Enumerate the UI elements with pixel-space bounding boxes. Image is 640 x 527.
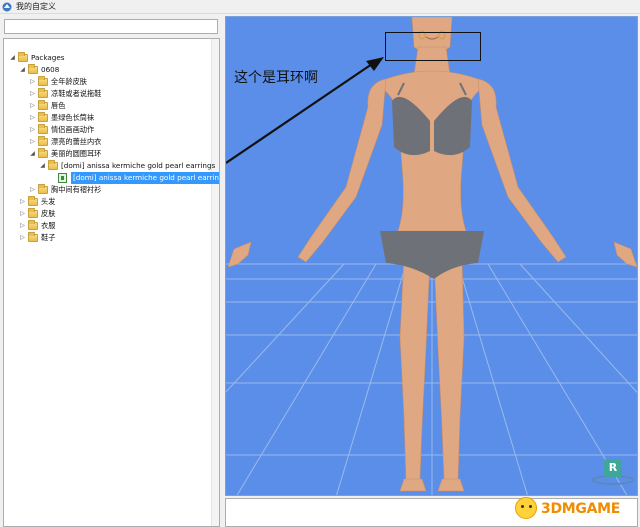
package-file-icon bbox=[58, 173, 67, 183]
tree-item-label: 0608 bbox=[41, 65, 60, 74]
collapse-arrow-icon[interactable]: ◢ bbox=[39, 163, 46, 170]
left-pane: ◢ Packages ◢ 0608 ▷ 全年龄皮肤 ▷ 凉鞋或者说拖鞋 ▷ 唇色 ▷ 墨绿色长筒袜 ▷ 情… bbox=[0, 14, 223, 527]
preview-viewport[interactable]: 这个是耳环啊 R bbox=[225, 16, 638, 496]
tree-item-label: 胸中间有褶衬衫 bbox=[51, 185, 102, 194]
folder-icon bbox=[38, 124, 48, 134]
folder-icon bbox=[28, 196, 38, 206]
tree-item-label: 美丽的圆圈耳环 bbox=[51, 149, 102, 158]
expand-arrow-icon[interactable]: ▷ bbox=[19, 235, 26, 242]
tree-item-label: 皮肤 bbox=[41, 209, 56, 218]
folder-icon bbox=[48, 160, 58, 170]
folder-icon bbox=[38, 112, 48, 122]
app-icon bbox=[2, 2, 12, 12]
tree-item-label: 全年龄皮肤 bbox=[51, 77, 87, 86]
tree-item-label: 衣服 bbox=[41, 221, 56, 230]
folder-icon bbox=[28, 220, 38, 230]
expand-arrow-icon[interactable]: ▷ bbox=[19, 211, 26, 218]
app-window: 我的自定义 ◢ Packages ◢ 0608 ▷ 全年龄皮肤 ▷ 凉鞋或者说拖鞋 ▷ 唇色 ▷ 墨绿… bbox=[0, 0, 640, 527]
watermark-text: 3DMGAME bbox=[541, 501, 621, 517]
window-title: 我的自定义 bbox=[16, 2, 56, 11]
expand-arrow-icon[interactable]: ▷ bbox=[19, 199, 26, 206]
expand-arrow-icon[interactable]: ▷ bbox=[29, 103, 36, 110]
tree-item-label: 唇色 bbox=[51, 101, 66, 110]
expand-arrow-icon[interactable]: ▷ bbox=[29, 91, 36, 98]
tree-item-label: 鞋子 bbox=[41, 233, 56, 242]
annotation-text: 这个是耳环啊 bbox=[234, 70, 318, 86]
tree-item-label: [domi] anissa kermiche gold pearl earrin… bbox=[71, 172, 219, 184]
expand-arrow-icon[interactable]: ▷ bbox=[29, 187, 36, 194]
expand-arrow-icon[interactable]: ▷ bbox=[19, 223, 26, 230]
rotate-badge-icon[interactable]: R bbox=[604, 459, 622, 477]
tree-item-label: Packages bbox=[31, 53, 65, 62]
folder-icon bbox=[38, 136, 48, 146]
tree-item-label: 情侣画画动作 bbox=[51, 125, 95, 134]
title-bar: 我的自定义 bbox=[0, 0, 640, 14]
folder-icon bbox=[28, 232, 38, 242]
expand-arrow-icon[interactable]: ▷ bbox=[29, 79, 36, 86]
tree-item-label: [domi] anissa kermiche gold pearl earrin… bbox=[61, 161, 216, 170]
expand-arrow-icon[interactable]: ▷ bbox=[29, 127, 36, 134]
expand-arrow-icon[interactable]: ▷ bbox=[29, 139, 36, 146]
preview-scene bbox=[226, 17, 637, 495]
tree-item-label: 漂亮的蕾丝内衣 bbox=[51, 137, 102, 146]
earring-highlight-box bbox=[385, 32, 481, 61]
right-pane: 这个是耳环啊 R bbox=[224, 14, 640, 527]
collapse-arrow-icon[interactable]: ◢ bbox=[9, 55, 16, 62]
floor-grid bbox=[226, 263, 637, 495]
folder-icon bbox=[38, 100, 48, 110]
folder-tree[interactable]: ◢ Packages ◢ 0608 ▷ 全年龄皮肤 ▷ 凉鞋或者说拖鞋 ▷ 唇色 ▷ 墨绿色长筒袜 ▷ 情… bbox=[3, 38, 220, 527]
folder-icon bbox=[28, 208, 38, 218]
folder-icon bbox=[18, 52, 28, 62]
folder-icon bbox=[38, 184, 48, 194]
collapse-arrow-icon[interactable]: ◢ bbox=[19, 67, 26, 74]
folder-icon bbox=[38, 88, 48, 98]
tree-item-label: 头发 bbox=[41, 197, 56, 206]
search-input[interactable] bbox=[4, 19, 218, 34]
collapse-arrow-icon[interactable]: ◢ bbox=[29, 151, 36, 158]
mascot-icon bbox=[515, 497, 537, 519]
folder-icon bbox=[38, 148, 48, 158]
tree-scrollbar[interactable] bbox=[211, 39, 219, 526]
tree-item-label: 墨绿色长筒袜 bbox=[51, 113, 95, 122]
folder-icon bbox=[38, 76, 48, 86]
expand-arrow-icon[interactable]: ▷ bbox=[29, 115, 36, 122]
folder-icon bbox=[28, 64, 38, 74]
tree-item-label: 凉鞋或者说拖鞋 bbox=[51, 89, 102, 98]
